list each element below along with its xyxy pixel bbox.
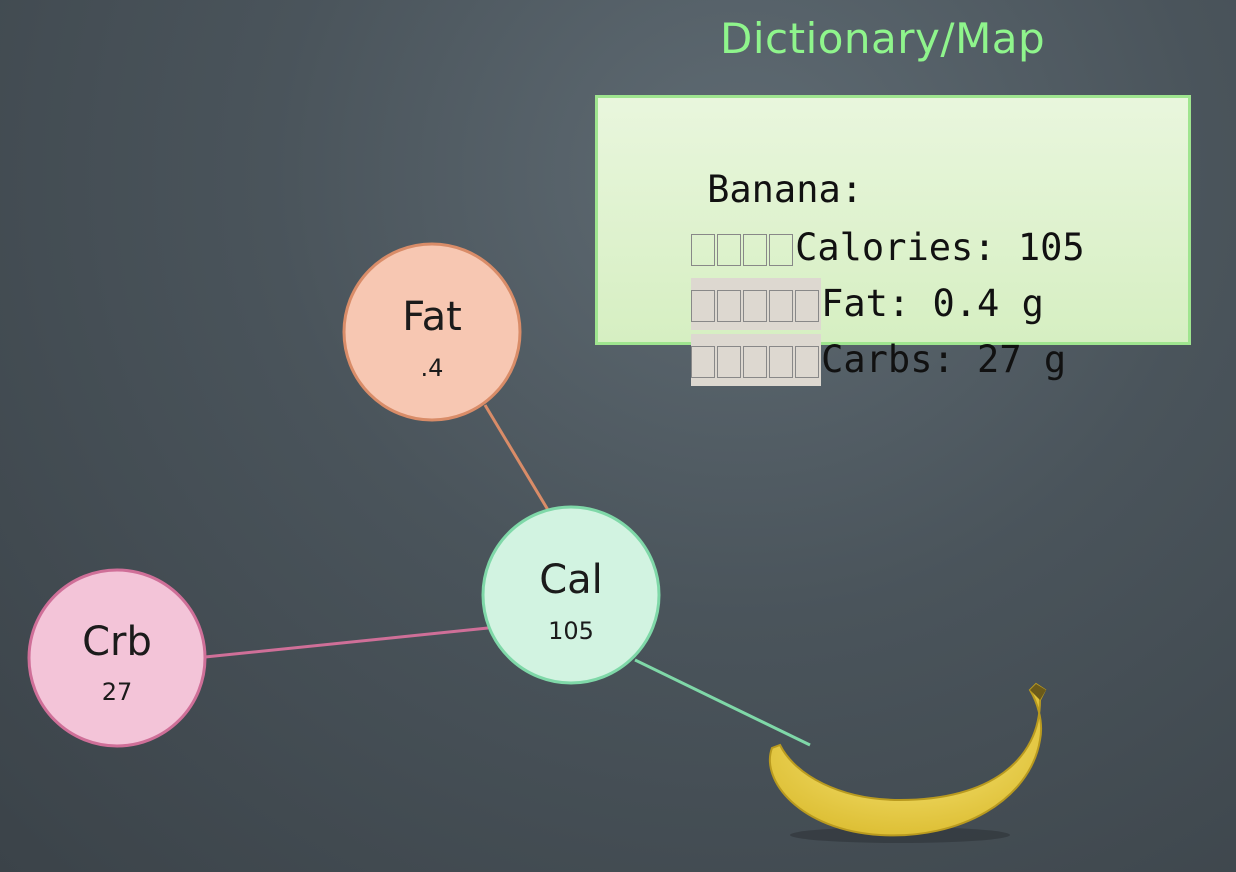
nutrition-diagram: Fat .4 Cal 105 Crb 27 xyxy=(27,242,1047,843)
node-cal-label: Cal xyxy=(539,557,603,603)
edge-fat-cal xyxy=(483,404,550,511)
edge-cal-banana xyxy=(634,658,811,747)
node-cal-value: 105 xyxy=(548,617,594,645)
node-crb-value: 27 xyxy=(102,678,133,706)
node-fat-value: .4 xyxy=(421,354,444,382)
node-crb-label: Crb xyxy=(82,619,152,665)
edge-crb-cal xyxy=(204,626,489,659)
node-fat-label: Fat xyxy=(402,294,462,340)
node-cal: Cal 105 xyxy=(481,505,661,685)
node-fat: Fat .4 xyxy=(342,242,522,422)
banana-image xyxy=(769,682,1047,843)
node-crb: Crb 27 xyxy=(27,568,207,748)
